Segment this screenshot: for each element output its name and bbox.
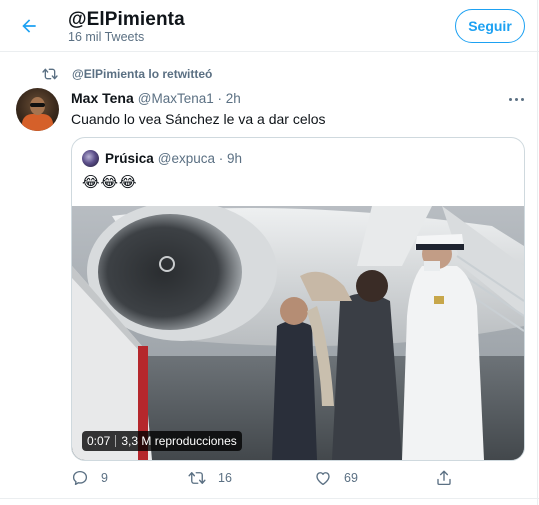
tweet-author-name[interactable]: Max Tena [71, 90, 134, 106]
follow-button[interactable]: Seguir [455, 9, 525, 43]
divider [0, 498, 539, 499]
quoted-tweet-text: 😂😂😂 [82, 174, 138, 191]
retweet-icon [42, 67, 58, 81]
profile-title: @ElPimienta [68, 9, 185, 30]
video-player[interactable]: 0:07 3,3 M reproducciones [72, 206, 524, 460]
tweet-author-handle[interactable]: @MaxTena1 · 2h [138, 91, 241, 106]
video-duration: 0:07 [87, 434, 111, 448]
more-dot [520, 97, 524, 101]
badge-separator [115, 435, 117, 447]
retweet-count: 16 [218, 471, 232, 485]
reply-icon [71, 469, 89, 487]
back-button[interactable] [14, 11, 44, 41]
more-dot [514, 97, 518, 101]
retweet-context: @ElPimienta lo retwitteó [42, 67, 212, 81]
arrow-left-icon [22, 19, 36, 33]
reply-count: 9 [101, 471, 108, 485]
retweet-context-text[interactable]: @ElPimienta lo retwitteó [72, 67, 212, 81]
retweet-button[interactable]: 16 [188, 469, 232, 487]
avatar[interactable] [16, 88, 59, 131]
tweet-count: 16 mil Tweets [68, 30, 145, 44]
share-icon [435, 469, 453, 487]
tweet-actions: 9 16 69 [71, 469, 471, 491]
page-header: @ElPimienta 16 mil Tweets Seguir [0, 0, 539, 52]
more-options-button[interactable] [505, 92, 527, 106]
quoted-tweet-header: Prúsica @expuca · 9h [82, 150, 242, 167]
tweet-text: Cuando lo vea Sánchez le va a dar celos [71, 111, 326, 127]
heart-icon [314, 469, 332, 487]
more-horizontal-icon [508, 97, 512, 101]
quoted-avatar [82, 150, 99, 167]
avatar-shirt [22, 114, 53, 131]
video-frame [72, 206, 524, 460]
share-button[interactable] [435, 469, 465, 487]
like-count: 69 [344, 471, 358, 485]
reply-button[interactable]: 9 [71, 469, 108, 487]
avatar-glasses [30, 103, 45, 107]
like-button[interactable]: 69 [314, 469, 358, 487]
column-border [537, 0, 538, 505]
quoted-tweet[interactable]: Prúsica @expuca · 9h 😂😂😂 0:07 3,3 M repr… [71, 137, 525, 461]
tweet-header: Max Tena @MaxTena1 · 2h [71, 90, 241, 106]
quoted-author-name: Prúsica [105, 151, 154, 166]
video-views: 3,3 M reproducciones [121, 434, 237, 448]
quoted-author-handle: @expuca · 9h [157, 151, 243, 166]
video-info-badge: 0:07 3,3 M reproducciones [82, 431, 242, 451]
retweet-icon [188, 469, 206, 487]
